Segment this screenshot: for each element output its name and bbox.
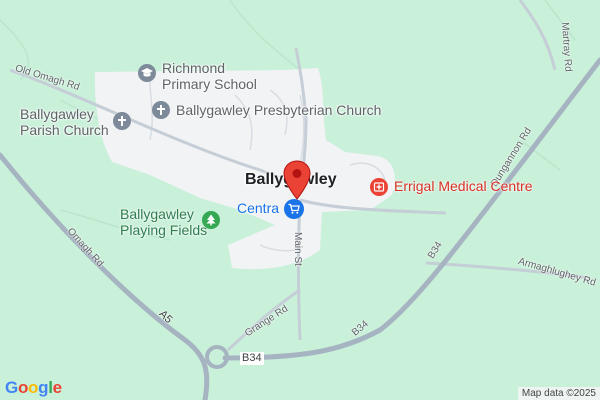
poi-label-presbyterian[interactable]: Ballygawley Presbyterian Church — [176, 102, 381, 119]
map-view[interactable]: Old Omagh Rd Omagh Rd A5 Main St Grange … — [0, 0, 600, 400]
shopping-cart-icon[interactable] — [284, 199, 304, 219]
map-attribution[interactable]: Map data ©2025 — [517, 387, 600, 400]
church-icon[interactable] — [152, 101, 170, 119]
medical-icon[interactable] — [370, 178, 388, 196]
school-icon[interactable] — [138, 64, 156, 82]
poi-label-medical[interactable]: Errigal Medical Centre — [394, 178, 533, 195]
road-shield-b34: B34 — [240, 352, 264, 365]
poi-label-parish[interactable]: Ballygawley Parish Church — [20, 106, 109, 138]
google-logo[interactable]: Google — [5, 378, 62, 398]
poi-label-school[interactable]: Richmond Primary School — [162, 60, 257, 92]
tree-icon[interactable] — [202, 211, 220, 229]
poi-label-shop[interactable]: Centra — [237, 200, 279, 217]
road-label-main-st: Main St — [292, 232, 303, 266]
poi-label-playing-fields[interactable]: Ballygawley Playing Fields — [120, 206, 207, 238]
location-pin-icon[interactable] — [283, 160, 311, 200]
church-icon[interactable] — [113, 112, 131, 130]
